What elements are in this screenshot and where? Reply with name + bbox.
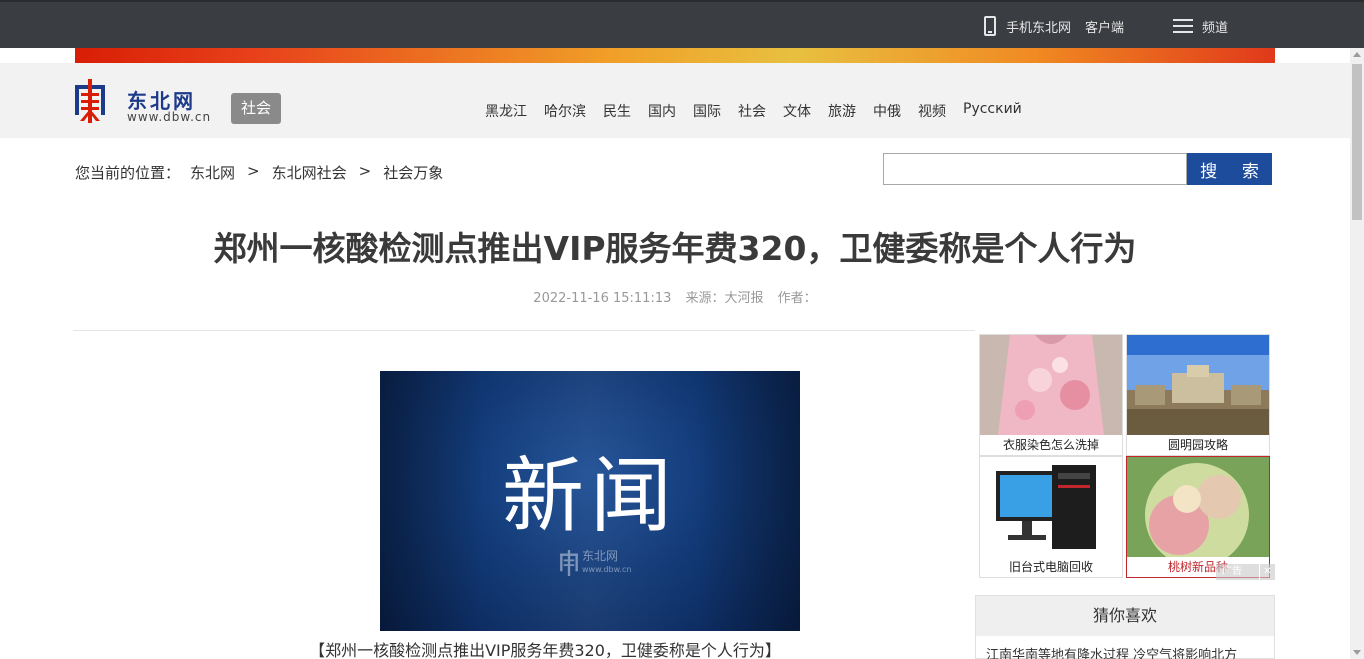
nav-item-international[interactable]: 国际 bbox=[693, 101, 721, 121]
breadcrumb-item-society[interactable]: 东北网社会 bbox=[272, 162, 347, 183]
breadcrumb-item-home[interactable]: 东北网 bbox=[190, 162, 235, 183]
breadcrumb: 您当前的位置： 东北网 > 东北网社会 > 社会万象 bbox=[75, 162, 443, 183]
search-input[interactable] bbox=[883, 153, 1187, 185]
recommend-item[interactable]: 江南华南等地有降水过程 冷空气将影响北方 bbox=[976, 636, 1274, 659]
section-tag[interactable]: 社会 bbox=[231, 93, 281, 124]
top-bar: 手机东北网 客户端 频道 bbox=[0, 0, 1364, 48]
nav-item-harbin[interactable]: 哈尔滨 bbox=[544, 101, 586, 121]
ad-card[interactable]: 旧台式电脑回收 bbox=[979, 456, 1123, 578]
channel-label: 频道 bbox=[1202, 20, 1229, 36]
article-image: 新闻 东北网 www.dbw.cn bbox=[380, 371, 800, 631]
logo-watermark-icon bbox=[560, 550, 578, 576]
nav-item-heilongjiang[interactable]: 黑龙江 bbox=[485, 101, 527, 121]
mobile-site-link[interactable]: 手机东北网 客户端 bbox=[984, 14, 1124, 38]
image-headline: 新闻 bbox=[501, 449, 678, 544]
breadcrumb-separator: > bbox=[247, 162, 260, 180]
menu-icon bbox=[1173, 19, 1193, 33]
scrollbar[interactable] bbox=[1350, 48, 1364, 659]
nav-item-russian[interactable]: Русский bbox=[963, 101, 1022, 121]
ad-mark-label: 广告 bbox=[1222, 566, 1242, 577]
image-caption: 【郑州一核酸检测点推出VIP服务年费320，卫健委称是个人行为】 bbox=[309, 641, 781, 659]
ad-image-yuanmingyuan bbox=[1127, 335, 1269, 435]
nav-item-domestic[interactable]: 国内 bbox=[648, 101, 676, 121]
recommend-box: 猜你喜欢 江南华南等地有降水过程 冷空气将影响北方 bbox=[975, 595, 1275, 659]
logo-url: www.dbw.cn bbox=[127, 110, 212, 124]
ad-label[interactable]: 圆明园攻略 bbox=[1127, 436, 1269, 453]
scroll-down-arrow-icon[interactable] bbox=[1353, 650, 1361, 655]
site-header: 东北网 www.dbw.cn 社会 黑龙江 哈尔滨 民生 国内 国际 社会 文体… bbox=[0, 63, 1350, 138]
scroll-up-arrow-icon[interactable] bbox=[1353, 52, 1361, 57]
watermark-url: www.dbw.cn bbox=[582, 565, 632, 574]
phone-icon bbox=[984, 16, 996, 36]
logo-icon[interactable] bbox=[75, 79, 105, 123]
recommend-title: 猜你喜欢 bbox=[976, 596, 1274, 636]
search-button[interactable]: 搜 索 bbox=[1187, 153, 1272, 185]
banner-ad-strip[interactable] bbox=[75, 48, 1275, 63]
scroll-thumb[interactable] bbox=[1352, 64, 1362, 220]
ad-card[interactable]: 衣服染色怎么洗掉 bbox=[979, 334, 1123, 456]
ad-image-clothing bbox=[980, 335, 1122, 435]
close-icon[interactable]: ✕ bbox=[1259, 564, 1275, 580]
client-label[interactable]: 客户端 bbox=[1085, 17, 1124, 36]
nav-item-video[interactable]: 视频 bbox=[918, 101, 946, 121]
article-source: 来源：大河报 bbox=[685, 291, 764, 306]
nav-item-travel[interactable]: 旅游 bbox=[828, 101, 856, 121]
ad-image-computer bbox=[980, 457, 1122, 557]
ad-label[interactable]: 衣服染色怎么洗掉 bbox=[980, 436, 1122, 453]
article-author: 作者： bbox=[777, 291, 817, 306]
breadcrumb-prefix: 您当前的位置： bbox=[75, 164, 181, 182]
ad-card[interactable]: 圆明园攻略 bbox=[1126, 334, 1270, 456]
channel-menu-button[interactable]: 频道 bbox=[1173, 14, 1228, 38]
divider bbox=[73, 330, 975, 331]
article-meta: 2022-11-16 15:11:13 来源：大河报 作者： bbox=[0, 287, 1350, 306]
main-nav: 黑龙江 哈尔滨 民生 国内 国际 社会 文体 旅游 中俄 视频 Русский bbox=[485, 101, 1039, 121]
ad-image-peach bbox=[1127, 457, 1269, 557]
breadcrumb-item-current[interactable]: 社会万象 bbox=[383, 162, 443, 183]
nav-item-culture-sports[interactable]: 文体 bbox=[783, 101, 811, 121]
breadcrumb-separator: > bbox=[358, 162, 372, 180]
article-title: 郑州一核酸检测点推出VIP服务年费320，卫健委称是个人行为 bbox=[213, 229, 1137, 268]
ad-label[interactable]: 旧台式电脑回收 bbox=[980, 558, 1122, 575]
watermark-text: 东北网 bbox=[582, 549, 619, 563]
nav-item-minsheng[interactable]: 民生 bbox=[603, 101, 631, 121]
mobile-site-label: 手机东北网 bbox=[1006, 20, 1072, 36]
article-datetime: 2022-11-16 15:11:13 bbox=[533, 291, 672, 306]
nav-item-society[interactable]: 社会 bbox=[738, 101, 766, 121]
image-watermark: 东北网 www.dbw.cn bbox=[560, 549, 631, 577]
ad-badge: 广告 ✕ bbox=[1216, 564, 1275, 580]
ad-card[interactable]: 桃树新品种 bbox=[1126, 456, 1270, 578]
nav-item-china-russia[interactable]: 中俄 bbox=[873, 101, 901, 121]
